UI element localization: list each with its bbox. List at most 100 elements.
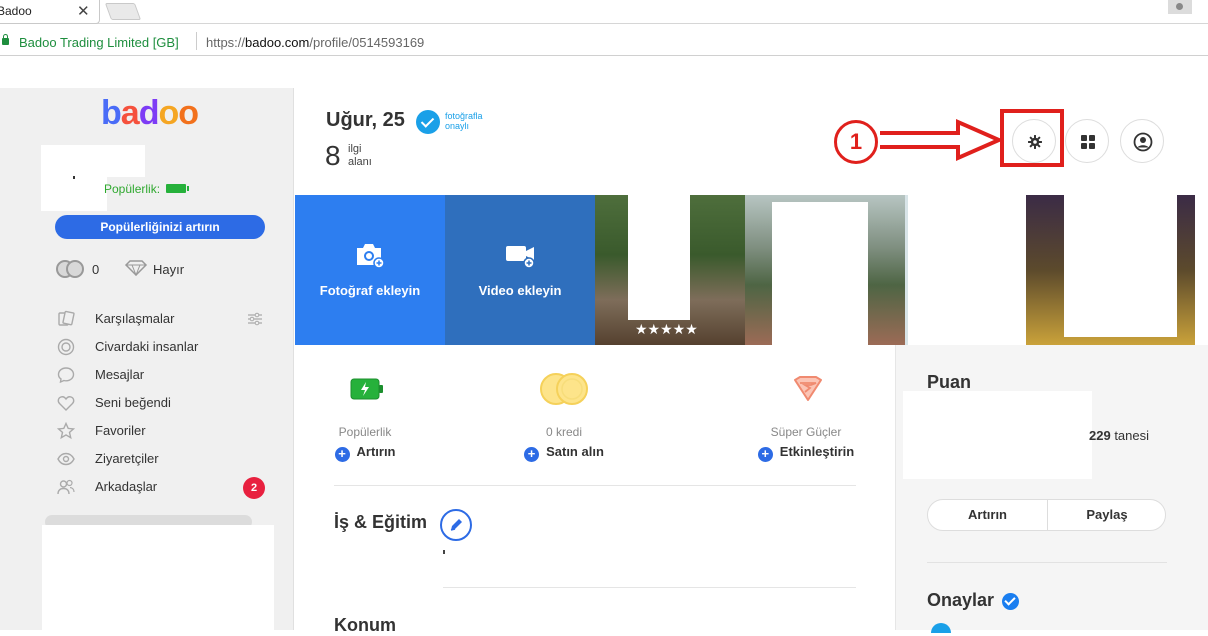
stat-label: Süper Güçler	[770, 425, 842, 439]
sidebar-item-messages[interactable]: Mesajlar	[55, 364, 275, 386]
annotation-arrow	[880, 118, 1003, 162]
sidebar-item-favorites[interactable]: Favoriler	[55, 420, 275, 442]
plus-icon: +	[757, 447, 773, 462]
score-title: Puan	[927, 372, 972, 392]
text-cursor-mark	[443, 550, 445, 554]
sidebar-item-visitors[interactable]: Ziyaretçiler	[55, 448, 275, 470]
sidebar-item-label: Mesajlar	[95, 367, 145, 382]
photo-rating-stars[interactable]: ★★★★★	[635, 321, 698, 338]
url-separator	[196, 32, 197, 50]
camera-plus-icon	[357, 244, 385, 269]
verified-icon	[1002, 593, 1019, 610]
avatar[interactable]	[41, 145, 107, 211]
browser-profile-icon[interactable]	[1168, 0, 1192, 14]
sidebar-item-label: Karşılaşmalar	[95, 311, 175, 326]
sidebar-item-encounters[interactable]: Karşılaşmalar	[55, 308, 275, 330]
star-icon	[57, 422, 75, 440]
encounters-icon	[58, 310, 75, 326]
lock-icon	[2, 34, 9, 45]
approval-item-icon	[931, 623, 951, 633]
approvals-title: Onaylar	[927, 590, 995, 610]
share-button[interactable]: Paylaş	[1047, 500, 1166, 530]
grid-icon	[1081, 135, 1095, 149]
plus-icon: +	[334, 447, 350, 462]
apps-grid-button[interactable]	[1065, 119, 1109, 163]
add-video-tile[interactable]: Video ekleyin	[445, 195, 595, 345]
score-count: 229 tanesi	[1089, 428, 1150, 443]
browser-tab-bar: Badoo ✕	[0, 0, 1208, 24]
sidebar-item-label: Arkadaşlar	[95, 479, 158, 494]
add-photo-tile[interactable]: Fotoğraf ekleyin	[295, 195, 445, 345]
verified-icon	[416, 110, 440, 134]
sidebar-item-label: Favoriler	[95, 423, 146, 438]
badoo-logo[interactable]: badoo	[101, 94, 199, 132]
superpowers-stat: Süper Güçler + Etkinleştirin	[721, 368, 891, 462]
stat-label: Popülerlik	[338, 425, 392, 439]
sidebar-item-nearby[interactable]: Civardaki insanlar	[55, 336, 275, 358]
profile-main: Uğur, 25 fotoğrafla onaylı 8 ilgi alanı …	[295, 88, 1208, 635]
annotation-highlight-box	[1000, 109, 1064, 167]
browser-tab[interactable]: Badoo ✕	[0, 0, 100, 24]
divider	[927, 562, 1167, 563]
media-strip: Fotoğraf ekleyin Video ekleyin ★★★★★	[295, 195, 1208, 345]
activate-superpowers-action[interactable]: + Etkinleştirin	[721, 444, 891, 462]
add-photo-label: Fotoğraf ekleyin	[319, 283, 421, 298]
superpowers-status: Hayır	[153, 262, 185, 277]
sidebar-item-label: Civardaki insanlar	[95, 339, 199, 354]
url-host: badoo.com	[245, 35, 310, 50]
buy-credits-action[interactable]: + Satın alın	[479, 444, 649, 462]
edit-button[interactable]	[440, 509, 472, 541]
url-text[interactable]: https://badoo.com/profile/0514593169	[206, 35, 424, 50]
interest-label[interactable]: ilgi alanı	[348, 143, 388, 169]
account-button[interactable]	[1120, 119, 1164, 163]
url-prefix: https://	[206, 35, 246, 50]
divider	[334, 485, 856, 486]
verified-label[interactable]: fotoğrafla onaylı	[445, 111, 495, 131]
coins-icon	[540, 373, 588, 405]
address-bar[interactable]: Badoo Trading Limited [GB] https://badoo…	[0, 28, 1208, 56]
credits-icon[interactable]	[56, 260, 86, 278]
messages-icon	[57, 367, 75, 384]
redacted-area	[1064, 195, 1177, 337]
close-icon[interactable]: ✕	[77, 2, 90, 20]
boost-score-button[interactable]: Artırın	[928, 500, 1047, 530]
boost-action[interactable]: + Artırın	[280, 444, 450, 462]
sidebar-item-label: Seni beğendi	[95, 395, 171, 410]
score-actions: Artırın Paylaş	[927, 499, 1166, 531]
add-video-label: Video ekleyin	[478, 283, 562, 298]
user-name-redacted	[107, 145, 145, 177]
diamond-icon[interactable]	[124, 260, 148, 276]
interest-count: 8	[325, 140, 341, 171]
annotation-number: 1	[834, 120, 878, 164]
new-tab-button[interactable]	[104, 3, 142, 20]
popularity-stat: Popülerlik + Artırın	[280, 368, 450, 462]
battery-icon	[166, 184, 189, 193]
redacted-area	[42, 525, 274, 630]
boost-popularity-button[interactable]: Popülerliğinizi artırın	[55, 215, 265, 239]
profile-name-age: Uğur, 25	[326, 109, 405, 131]
popularity-label: Popülerlik:	[104, 182, 161, 196]
user-circle-icon	[1133, 132, 1153, 152]
stat-label: 0 kredi	[545, 425, 583, 439]
sidebar-item-liked-you[interactable]: Seni beğendi	[55, 392, 275, 414]
friends-count-badge: 2	[243, 477, 265, 499]
pencil-icon	[450, 519, 462, 531]
video-camera-plus-icon	[506, 246, 535, 269]
filter-icon[interactable]	[248, 312, 262, 326]
location-title: Konum	[334, 615, 396, 635]
plus-icon: +	[524, 447, 540, 462]
sidebar: badoo Popülerlik: Popülerliğinizi artırı…	[0, 88, 294, 630]
sidebar-item-friends[interactable]: Arkadaşlar 2	[55, 476, 275, 499]
url-path: /profile/0514593169	[309, 35, 425, 50]
site-identity: Badoo Trading Limited [GB]	[19, 35, 179, 50]
battery-icon	[350, 378, 383, 400]
eye-icon	[57, 452, 75, 466]
sidebar-item-label: Ziyaretçiler	[95, 451, 159, 466]
work-education-title: İş & Eğitim	[334, 512, 428, 532]
divider	[443, 587, 856, 588]
redacted-area	[628, 195, 690, 320]
tab-title: Badoo	[0, 4, 32, 18]
credits-stat: 0 kredi + Satın alın	[479, 368, 649, 462]
nearby-icon	[57, 338, 75, 356]
credits-count: 0	[92, 262, 100, 277]
